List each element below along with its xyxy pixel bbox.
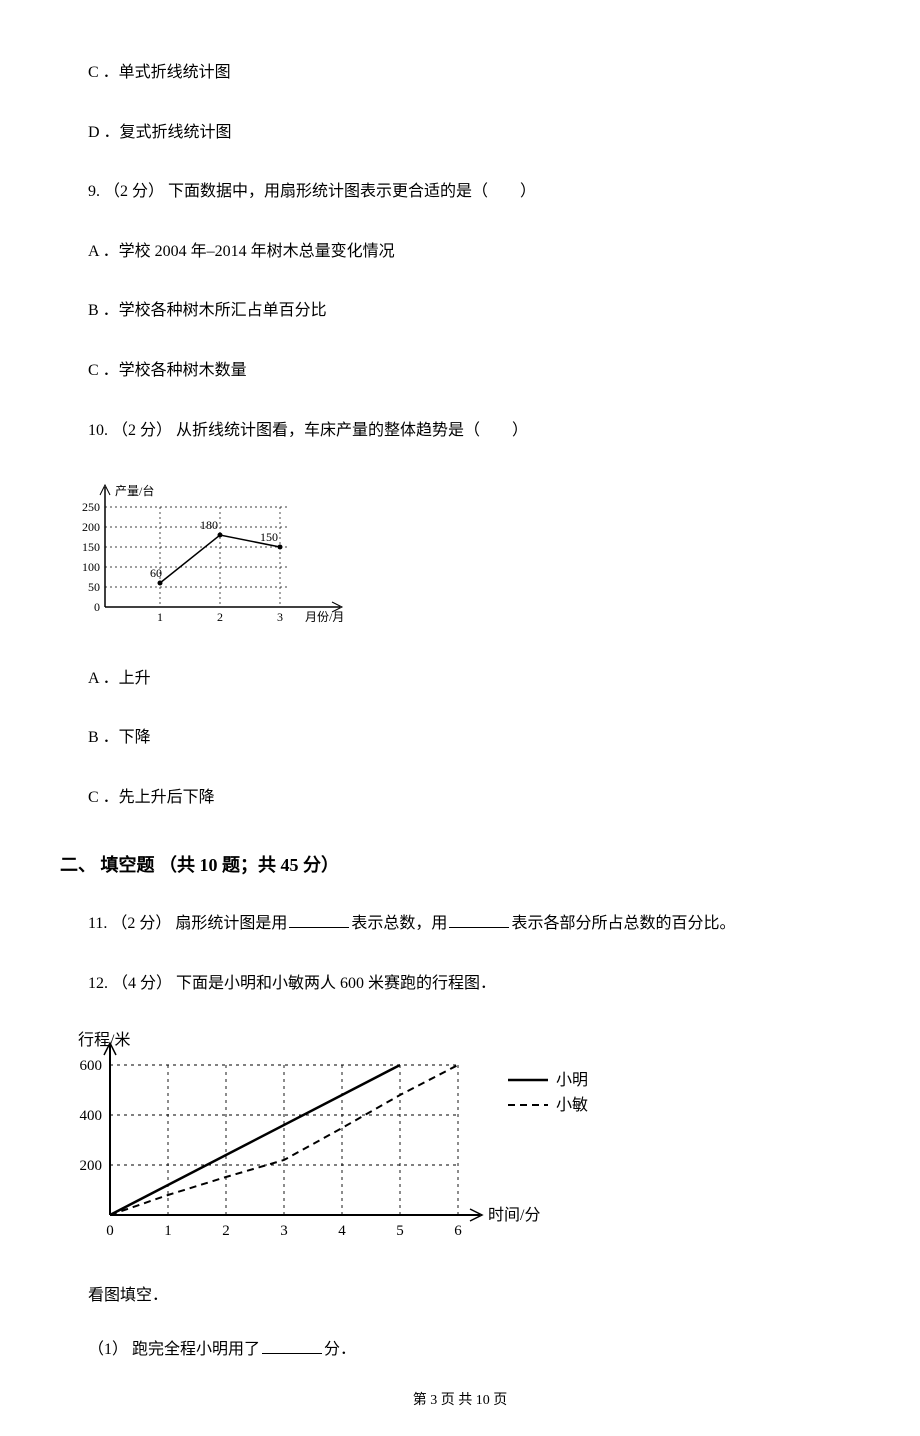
q9-option-b: B ．学校各种树木所汇占单百分比 <box>88 298 860 324</box>
section-2-title: 二、 填空题 （共 10 题；共 45 分） <box>60 851 860 880</box>
chart2-y200: 200 <box>80 1158 103 1174</box>
page-footer: 第 3 页 共 10 页 <box>0 1390 920 1412</box>
question-11: 11. （2 分） 扇形统计图是用 表示总数，用 表示各部分所占总数的百分比。 <box>88 911 860 937</box>
question-9-stem: 9. （2 分） 下面数据中，用扇形统计图表示更合适的是（ ） <box>88 179 860 205</box>
q12-sub1: （1） 跑完全程小明用了 分． <box>88 1337 860 1363</box>
q12-sub1-blank[interactable] <box>262 1338 322 1354</box>
q12-sub1-suffix: 分． <box>324 1341 356 1358</box>
chart2-legend-min: 小敏 <box>556 1096 588 1114</box>
chart1-x2: 2 <box>217 610 223 624</box>
option-d: D ．复式折线统计图 <box>88 120 860 146</box>
option-c: C ．单式折线统计图 <box>88 60 860 86</box>
chart2-svg: 200 400 600 0 1 2 3 4 5 6 行程/米 时间/分 小明 小… <box>78 1031 588 1239</box>
chart1-dl2: 180 <box>200 518 218 532</box>
chart2-x2: 2 <box>222 1223 230 1239</box>
chart2-y600: 600 <box>80 1058 103 1074</box>
q11-prefix: 11. （2 分） 扇形统计图是用 <box>88 915 287 932</box>
chart1-y150: 150 <box>82 540 100 554</box>
q11-blank-2[interactable] <box>449 912 509 928</box>
q9-option-a: A ．学校 2004 年–2014 年树木总量变化情况 <box>88 239 860 265</box>
chart1-dl1: 60 <box>150 566 162 580</box>
chart1-xlabel: 月份/月 <box>305 610 344 624</box>
chart2-ylabel: 行程/米 <box>78 1031 130 1049</box>
q12-sub1-prefix: （1） 跑完全程小明用了 <box>88 1341 260 1358</box>
chart1-y200: 200 <box>82 520 100 534</box>
chart2-x1: 1 <box>164 1223 172 1239</box>
question-12-stem: 12. （4 分） 下面是小明和小敏两人 600 米赛跑的行程图． <box>88 971 860 997</box>
chart2-x4: 4 <box>338 1223 346 1239</box>
chart2-x5: 5 <box>396 1223 404 1239</box>
chart1-ylabel: 产量/台 <box>115 483 154 498</box>
chart1-y50: 50 <box>88 580 100 594</box>
chart2-xlabel: 时间/分 <box>488 1206 540 1224</box>
chart-lathe-production: 0 50 100 150 200 250 产量/台 月份/月 1 2 3 60 … <box>60 477 860 636</box>
chart1-dl3: 150 <box>260 530 278 544</box>
chart1-y250: 250 <box>82 500 100 514</box>
q11-blank-1[interactable] <box>289 912 349 928</box>
chart2-legend-ming: 小明 <box>556 1071 588 1089</box>
q11-mid: 表示总数，用 <box>351 915 447 932</box>
q10-option-c: C ．先上升后下降 <box>88 785 860 811</box>
question-10-stem: 10. （2 分） 从折线统计图看，车床产量的整体趋势是（ ） <box>88 418 860 444</box>
chart1-x1: 1 <box>157 610 163 624</box>
q10-option-a: A ．上升 <box>88 666 860 692</box>
chart1-y0: 0 <box>94 600 100 614</box>
q12-look: 看图填空． <box>88 1283 860 1309</box>
chart1-y100: 100 <box>82 560 100 574</box>
q9-option-c: C ．学校各种树木数量 <box>88 358 860 384</box>
q10-option-b: B ．下降 <box>88 725 860 751</box>
chart2-x0: 0 <box>106 1223 114 1239</box>
chart1-x3: 3 <box>277 610 283 624</box>
chart-race: 200 400 600 0 1 2 3 4 5 6 行程/米 时间/分 小明 小… <box>60 1025 860 1254</box>
chart1-svg: 0 50 100 150 200 250 产量/台 月份/月 1 2 3 60 … <box>82 483 344 624</box>
chart2-y400: 400 <box>80 1108 103 1124</box>
chart2-x6: 6 <box>454 1223 462 1239</box>
chart2-x3: 3 <box>280 1223 288 1239</box>
q11-suffix: 表示各部分所占总数的百分比。 <box>511 915 735 932</box>
